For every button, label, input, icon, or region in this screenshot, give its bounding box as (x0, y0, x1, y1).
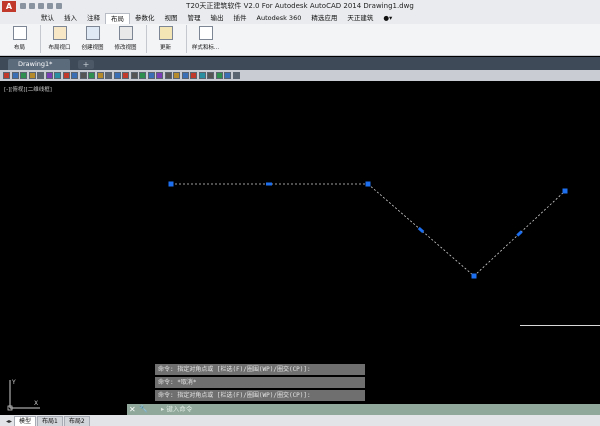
ribbon-button-label: 布局视口 (48, 45, 71, 51)
ribbon-tab[interactable]: 注释 (82, 13, 105, 24)
ribbon-button[interactable]: 更新 (150, 24, 181, 54)
ribbon-button-label: 样式和标... (191, 45, 220, 51)
ribbon-tab[interactable]: ●▾ (378, 13, 397, 24)
midpoint-grip[interactable] (266, 182, 272, 186)
ribbon-button-label: 布局 (13, 45, 25, 51)
ribbon-tab[interactable]: 布局 (105, 13, 130, 24)
styles-icon (198, 26, 213, 40)
command-line[interactable]: ✕ 🔧 ▸ 键入命令 (127, 404, 600, 415)
title-bar: A T20天正建筑软件 V2.0 For Autodesk AutoCAD 20… (0, 0, 600, 14)
ribbon-button-label: 修改视图 (114, 45, 137, 51)
command-history-line: 命令: 指定对角点或 [栏选(F)/圈围(WP)/圈交(CP)]: (155, 390, 365, 401)
ribbon-button-label: 更新 (159, 45, 171, 51)
toolbar-tool-icon[interactable] (54, 72, 61, 79)
toolbar-tool-icon[interactable] (130, 72, 138, 79)
ribbon-tab[interactable]: 视图 (160, 13, 183, 24)
ribbon-tab[interactable]: 天正建筑 (342, 13, 378, 24)
ribbon-button[interactable]: 样式和标... (190, 24, 221, 54)
toolbar-tool-icon[interactable] (173, 72, 180, 79)
ribbon-button[interactable]: 布局 (4, 24, 35, 54)
viewport-icon (52, 26, 67, 40)
ribbon-button[interactable]: 布局视口 (44, 24, 75, 54)
window-title: T20天正建筑软件 V2.0 For Autodesk AutoCAD 2014… (186, 2, 414, 10)
ribbon-tab[interactable]: 默认 (36, 13, 59, 24)
toolbar-tool-icon[interactable] (71, 72, 78, 79)
drawing-geometry[interactable] (0, 81, 600, 404)
layout-icon (12, 26, 27, 40)
document-tab-drawing1[interactable]: Drawing1* (8, 59, 70, 70)
toolbar-tool-icon[interactable] (156, 72, 163, 79)
vertex-grip[interactable] (562, 188, 568, 194)
toolbar-tool-icon[interactable] (113, 72, 121, 79)
tianzheng-toolbar (0, 70, 600, 81)
close-icon[interactable]: ✕ (129, 405, 136, 414)
vertex-grip[interactable] (168, 181, 174, 187)
update-icon (158, 26, 173, 40)
toolbar-tool-icon[interactable] (147, 72, 155, 79)
toolbar-tool-icon[interactable] (232, 72, 240, 79)
ribbon-button[interactable]: 修改视图 (110, 24, 141, 54)
toolbar-tool-icon[interactable] (224, 72, 231, 79)
toolbar-tool-icon[interactable] (20, 72, 27, 79)
toolbar-tool-icon[interactable] (79, 72, 87, 79)
toolbar-tool-icon[interactable] (96, 72, 104, 79)
ribbon-button-label: 创建视图 (81, 45, 104, 51)
layout-tab[interactable]: 布局1 (37, 416, 63, 426)
toolbar-tool-icon[interactable] (45, 72, 53, 79)
layout-tab[interactable]: 模型 (14, 416, 37, 426)
ribbon-tab[interactable]: 输出 (206, 13, 229, 24)
ucs-icon: Y X (7, 379, 40, 411)
vertex-grip[interactable] (365, 181, 371, 187)
command-history-line: 命令: *取消* (155, 377, 365, 388)
ribbon-separator (146, 25, 147, 53)
toolbar-tool-icon[interactable] (198, 72, 206, 79)
toolbar-tool-icon[interactable] (105, 72, 112, 79)
toolbar-tool-icon[interactable] (122, 72, 129, 79)
ribbon-tab[interactable]: Autodesk 360 (252, 13, 307, 24)
ribbon-tab[interactable]: 插件 (229, 13, 252, 24)
ribbon-tab[interactable]: 管理 (183, 13, 206, 24)
drawing-canvas[interactable]: [-][俯视][二维线框] (0, 81, 600, 404)
ribbon-separator (186, 25, 187, 53)
new-tab-button[interactable]: + (78, 60, 94, 69)
tab-scroll-arrows[interactable]: ◂▸ (4, 417, 14, 426)
toolbar-tool-icon[interactable] (28, 72, 36, 79)
ribbon-tab-bar: 默认 插入 注释 布局 参数化 视图 管理 输出 插件 Autodesk 360 精选应用 天正建筑 ●… (0, 13, 600, 24)
ucs-x-label: X (34, 400, 38, 407)
ribbon-panel: 布局 布局视口 创建视图 修改视图 更新 样式和标... (0, 24, 600, 56)
ribbon-tab[interactable]: 参数化 (130, 13, 160, 24)
toolbar-tool-icon[interactable] (164, 72, 172, 79)
toolbar-tool-icon[interactable] (181, 72, 189, 79)
document-tab-bar: Drawing1* + (0, 57, 600, 70)
toolbar-tool-icon[interactable] (88, 72, 95, 79)
layout-tab[interactable]: 布局2 (63, 416, 90, 426)
ribbon-button[interactable]: 创建视图 (77, 24, 108, 54)
wrench-icon[interactable]: 🔧 (139, 405, 148, 414)
toolbar-tool-icon[interactable] (139, 72, 146, 79)
ribbon-tab[interactable]: 插入 (59, 13, 82, 24)
toolbar-tool-icon[interactable] (37, 72, 44, 79)
create-view-icon (85, 26, 100, 40)
layout-tab-bar: ◂▸ 模型 布局1 布局2 (0, 415, 600, 426)
drawing-line[interactable] (520, 325, 600, 326)
vertex-grip[interactable] (471, 273, 477, 279)
ribbon-separator (40, 25, 41, 53)
toolbar-tool-icon[interactable] (11, 72, 19, 79)
ribbon-tab[interactable]: 精选应用 (306, 13, 342, 24)
command-history-line: 命令: 指定对角点或 [栏选(F)/圈围(WP)/圈交(CP)]: (155, 364, 365, 375)
command-history: 命令: 指定对角点或 [栏选(F)/圈围(WP)/圈交(CP)]: 命令: *取消… (155, 364, 365, 403)
toolbar-tool-icon[interactable] (190, 72, 197, 79)
command-input[interactable]: ▸ 键入命令 (161, 404, 192, 415)
ucs-y-label: Y (11, 379, 16, 386)
toolbar-tool-icon[interactable] (3, 72, 10, 79)
toolbar-tool-icon[interactable] (207, 72, 214, 79)
toolbar-tool-icon[interactable] (62, 72, 70, 79)
toolbar-tool-icon[interactable] (215, 72, 223, 79)
modify-view-icon (118, 26, 133, 40)
